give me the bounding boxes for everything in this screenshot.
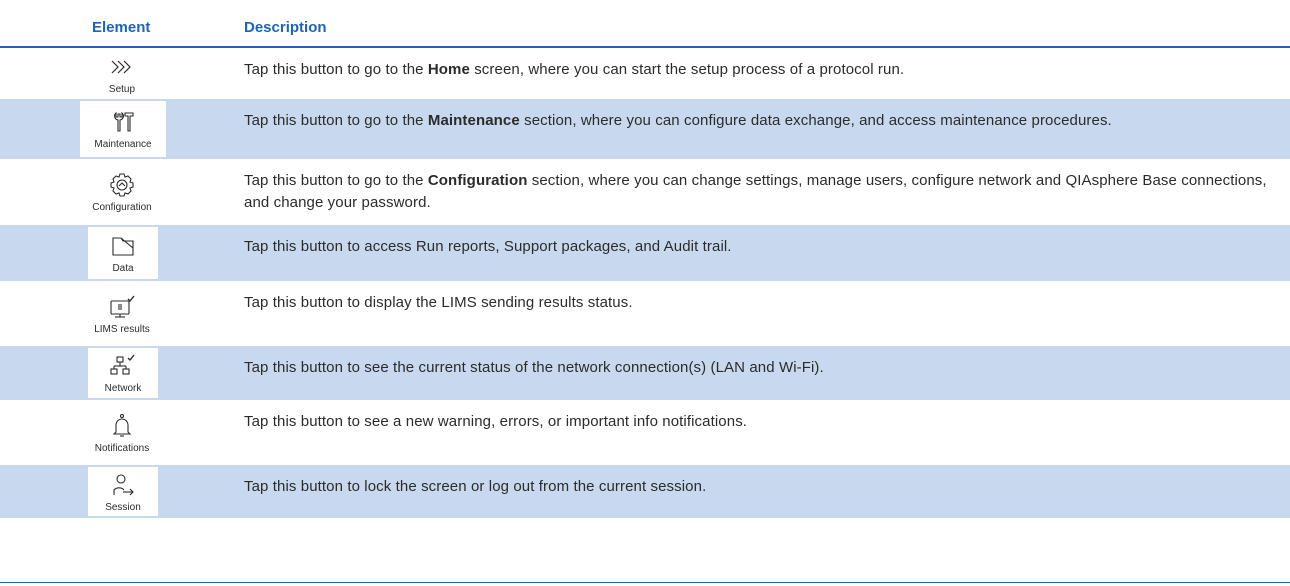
element-description-table: Element Description Setup Tap this butto… [0,10,1290,518]
maintenance-button[interactable]: Maintenance [80,101,166,157]
setup-chevrons-icon [111,60,131,73]
configuration-gear-icon [110,173,134,197]
icon-label: Setup [108,83,136,95]
row-description: Tap this button to go to the Maintenance… [244,112,1112,129]
table-row: Notifications Tap this button to see a n… [0,400,1290,465]
table-row: LIMS results Tap this button to display … [0,281,1290,346]
session-button[interactable]: Session [88,467,158,516]
table-row: Configuration Tap this button to go to t… [0,159,1290,225]
lims-monitor-check-icon [110,295,135,318]
icon-label: Maintenance [94,139,152,150]
table-header: Element Description [0,10,1290,48]
table-row: Data Tap this button to access Run repor… [0,225,1290,281]
data-button[interactable]: Data [88,227,158,279]
maintenance-tools-icon [114,111,134,132]
network-button[interactable]: Network [88,348,158,398]
row-description: Tap this button to go to the Configurati… [244,172,1267,211]
network-tree-check-icon [110,354,135,375]
icon-label: Session [105,501,141,513]
icon-label: LIMS results [94,323,150,335]
icon-label: Data [112,263,134,274]
table-bottom-rule [0,582,1290,583]
configuration-button[interactable]: Configuration [74,163,170,221]
notifications-button[interactable]: Notifications [74,404,170,461]
lims-results-button[interactable]: LIMS results [74,285,170,342]
setup-button[interactable]: Setup [74,52,170,95]
table-row: Maintenance Tap this button to go to the… [0,99,1290,159]
icon-label: Notifications [94,442,150,454]
row-description: Tap this button to see the current statu… [244,359,824,376]
row-description: Tap this button to lock the screen or lo… [244,478,707,495]
table-row: Network Tap this button to see the curre… [0,346,1290,400]
icon-label: Configuration [92,202,152,213]
data-folder-icon [112,237,134,256]
bell-icon [112,413,132,437]
header-description: Description [244,19,327,36]
row-description: Tap this button to see a new warning, er… [244,413,748,430]
table-row: Setup Tap this button to go to the Home … [0,48,1290,99]
user-logout-icon [113,473,134,495]
row-description: Tap this button to access Run reports, S… [244,238,732,255]
row-description: Tap this button to display the LIMS send… [244,294,633,311]
row-description: Tap this button to go to the Home screen… [244,61,905,78]
header-element: Element [92,19,151,36]
icon-label: Network [104,383,142,394]
table-row: Session Tap this button to lock the scre… [0,465,1290,518]
